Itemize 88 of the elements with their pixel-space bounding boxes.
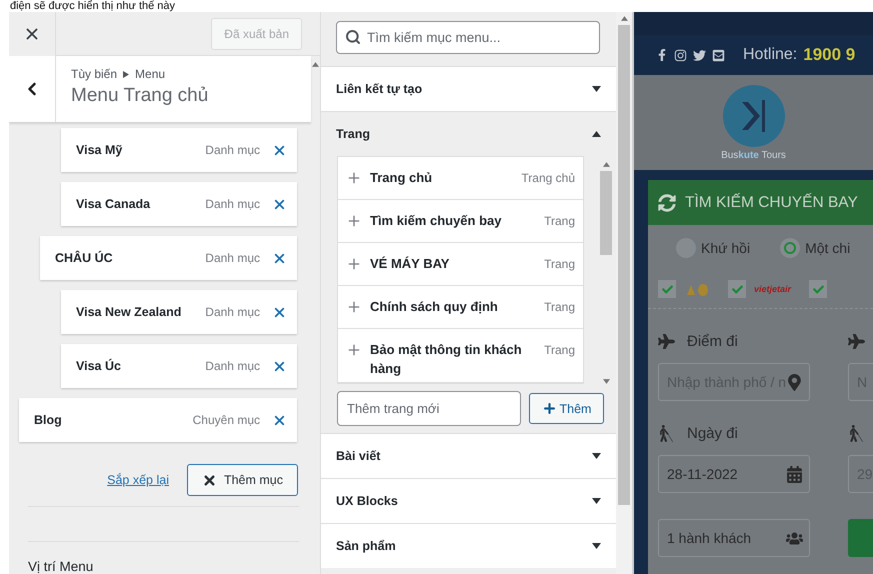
page-type: Trang bbox=[544, 299, 575, 315]
scroll-up-icon[interactable] bbox=[620, 16, 628, 21]
field-label: Điểm đi bbox=[687, 332, 738, 350]
page-title: Chính sách quy định bbox=[370, 298, 499, 316]
panel-title: Menu Trang chủ bbox=[71, 85, 208, 107]
accordion-header[interactable]: Sản phẩm bbox=[321, 523, 616, 568]
page-type: Trang bbox=[544, 256, 575, 272]
brand-name: Buskute Tours bbox=[721, 150, 786, 161]
menu-item-title: Visa Úc bbox=[76, 359, 122, 373]
menu-item-title: Visa Canada bbox=[76, 197, 152, 211]
expand-arrow-icon bbox=[592, 86, 601, 92]
instagram-icon[interactable] bbox=[674, 48, 687, 62]
hotline-number: 1900 9 bbox=[803, 45, 856, 65]
plus-icon bbox=[542, 401, 557, 416]
scroll-down-icon[interactable] bbox=[602, 379, 610, 384]
breadcrumb-item: Menu bbox=[135, 67, 166, 81]
breadcrumb-arrow-icon bbox=[123, 70, 130, 78]
plus-icon bbox=[346, 342, 362, 358]
page-title: Tìm kiếm chuyến bay bbox=[370, 212, 502, 230]
checkbox-icon[interactable] bbox=[728, 280, 746, 298]
breadcrumb-item: Tùy biến bbox=[71, 67, 118, 81]
menu-item-card[interactable]: CHÂU ÚC Danh mục bbox=[40, 236, 297, 280]
search-icon bbox=[345, 29, 361, 45]
page-title: Bảo mật thông tin khách hàng bbox=[370, 341, 523, 378]
plus-icon bbox=[346, 299, 362, 315]
location-pin-icon bbox=[786, 374, 803, 390]
add-items-button[interactable]: Thêm mục bbox=[187, 464, 298, 496]
scroll-up-icon[interactable] bbox=[312, 62, 319, 67]
walking-person-icon bbox=[658, 424, 675, 442]
caption-text: điện sẽ được hiển thị như thế này bbox=[9, 0, 176, 12]
menu-item-card[interactable]: Visa New Zealand Danh mục bbox=[61, 290, 297, 334]
plus-icon bbox=[346, 170, 362, 186]
search-field[interactable]: Tìm kiếm mục menu... bbox=[336, 21, 600, 54]
menu-item-type: Danh mục bbox=[205, 251, 260, 265]
page-title: VÉ MÁY BAY bbox=[370, 255, 450, 273]
checkbox-icon[interactable] bbox=[658, 280, 676, 298]
walking-person-icon bbox=[848, 424, 865, 442]
menu-item-card[interactable]: Blog Chuyên mục bbox=[19, 398, 297, 442]
plane-icon bbox=[848, 332, 865, 350]
scroll-up-icon[interactable] bbox=[602, 162, 610, 167]
radio-icon[interactable] bbox=[780, 238, 800, 258]
airline-emblem-icon bbox=[684, 281, 710, 297]
field-label: Ngày đi bbox=[687, 424, 738, 442]
menu-item-title: CHÂU ÚC bbox=[55, 251, 114, 265]
form-title: TÌM KIẾM CHUYẾN BAY bbox=[685, 194, 858, 212]
calendar-icon bbox=[786, 466, 803, 482]
menu-item-card[interactable]: Visa Canada Danh mục bbox=[61, 182, 297, 226]
expand-arrow-icon bbox=[592, 543, 601, 549]
menu-item-type: Danh mục bbox=[205, 359, 260, 373]
accordion-header[interactable]: UX Blocks bbox=[321, 478, 616, 523]
section-heading: Vị trí Menu bbox=[27, 558, 94, 574]
collapse-arrow-icon bbox=[592, 131, 601, 137]
twitter-icon[interactable] bbox=[693, 48, 706, 62]
mail-icon[interactable] bbox=[712, 48, 725, 62]
accordion-header[interactable]: Liên kết tự tạo bbox=[321, 66, 616, 111]
menu-item-type: Danh mục bbox=[205, 305, 260, 319]
trip-type-label: Khứ hồi bbox=[701, 240, 750, 256]
plus-icon bbox=[346, 213, 362, 229]
menu-item-title: Visa New Zealand bbox=[76, 305, 182, 319]
menu-item-card[interactable]: Visa Úc Danh mục bbox=[61, 344, 297, 388]
expand-arrow-icon bbox=[592, 453, 601, 459]
airline-logo: vietjetair bbox=[754, 284, 792, 294]
new-page-input[interactable]: Thêm trang mới bbox=[337, 391, 521, 426]
reorder-link[interactable]: Sắp xếp lại bbox=[107, 473, 169, 487]
menu-item-title: Blog bbox=[34, 413, 63, 427]
hotline-label: Hotline: bbox=[743, 46, 798, 64]
expand-arrow-icon bbox=[592, 498, 601, 504]
menu-item-type: Chuyên mục bbox=[192, 413, 260, 427]
close-icon bbox=[202, 472, 217, 488]
menu-item-title: Visa Mỹ bbox=[76, 143, 124, 157]
logo-icon bbox=[722, 84, 786, 148]
facebook-icon[interactable] bbox=[656, 49, 668, 61]
plus-icon bbox=[346, 256, 362, 272]
close-button[interactable] bbox=[9, 12, 56, 56]
plane-icon bbox=[658, 332, 675, 350]
page-type: Trang bbox=[544, 342, 575, 358]
menu-item-card[interactable]: Visa Mỹ Danh mục bbox=[61, 128, 297, 172]
trip-type-label: Một chi bbox=[805, 240, 850, 256]
accordion-header[interactable]: Bài viết bbox=[321, 433, 616, 478]
page-type: Trang bbox=[544, 213, 575, 229]
people-icon bbox=[786, 530, 803, 546]
page-type: Trang chủ bbox=[521, 170, 575, 186]
swap-icon bbox=[658, 194, 676, 212]
checkbox-icon[interactable] bbox=[809, 280, 828, 298]
menu-item-type: Danh mục bbox=[205, 143, 260, 157]
add-page-button[interactable]: Thêm bbox=[529, 393, 604, 424]
page-title: Trang chủ bbox=[370, 169, 434, 187]
menu-item-type: Danh mục bbox=[205, 197, 260, 211]
